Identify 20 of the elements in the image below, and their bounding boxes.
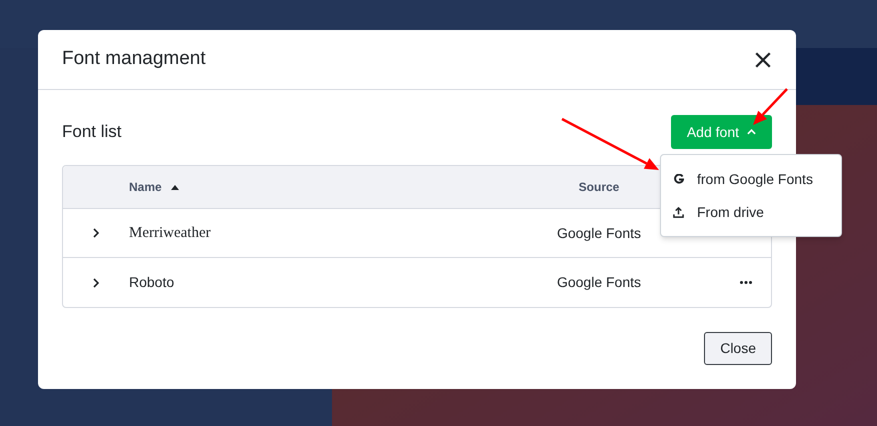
section-title: Font list: [62, 121, 122, 144]
sort-icon[interactable]: [170, 184, 179, 190]
upload-icon: [673, 206, 684, 218]
table-cell: Merriweather: [129, 225, 211, 241]
caret-icon: [747, 129, 756, 135]
close-button[interactable]: Close: [704, 332, 772, 365]
column-header[interactable]: Name: [129, 178, 162, 196]
table-cell-text: Google Fonts: [556, 224, 642, 243]
google-icon: [674, 174, 684, 184]
chevron-icon[interactable]: [93, 278, 99, 288]
column-header[interactable]: Source: [578, 178, 620, 196]
chevron-icon[interactable]: [93, 228, 99, 238]
dialog-title: Font managment: [62, 47, 206, 72]
table-cell: Roboto: [129, 274, 174, 290]
menu-item[interactable]: From drive: [661, 201, 841, 223]
more-icon[interactable]: [740, 281, 752, 284]
annotation-arrow: [753, 88, 788, 125]
table-cell-text: Google Fonts: [556, 273, 642, 292]
close-icon[interactable]: [754, 50, 772, 68]
menu-item[interactable]: from Google Fonts: [661, 168, 841, 190]
